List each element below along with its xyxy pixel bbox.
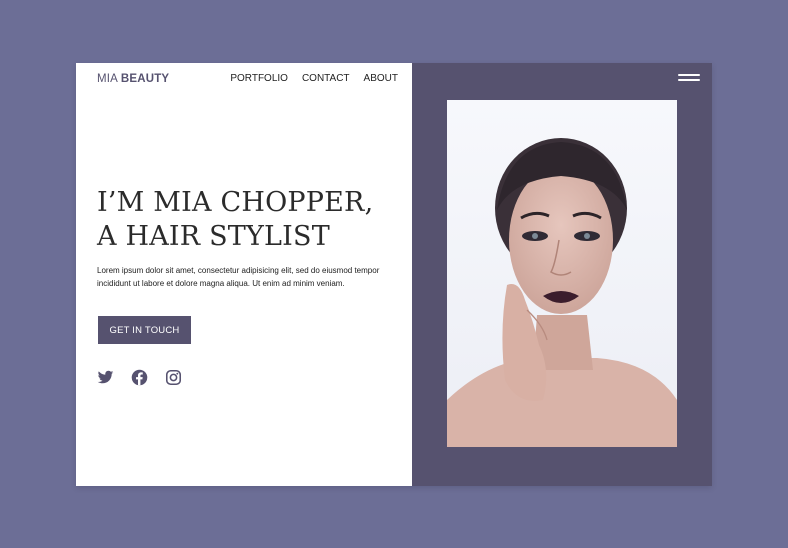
right-panel [412,63,712,486]
brand-logo[interactable]: MIA BEAUTY [97,73,169,85]
social-links [97,369,182,386]
hero-title-line-2: A HAIR STYLIST [97,221,330,252]
instagram-icon[interactable] [165,369,182,386]
portrait-illustration [447,100,677,447]
hamburger-menu-icon[interactable] [678,74,700,83]
landing-card: MIA BEAUTY PORTFOLIO CONTACT ABOUT I’M M… [76,63,712,486]
nav-contact[interactable]: CONTACT [302,73,350,84]
logo-text-bold: BEAUTY [120,73,170,85]
hero-paragraph: Lorem ipsum dolor sit amet, consectetur … [97,266,380,288]
twitter-icon[interactable] [97,369,114,386]
facebook-icon[interactable] [131,369,148,386]
nav-portfolio[interactable]: PORTFOLIO [230,73,288,84]
portrait-photo [447,100,677,447]
hero-title: I’M MIA CHOPPER, A HAIR STYLIST [97,186,373,254]
nav-about[interactable]: ABOUT [364,73,398,84]
top-nav: PORTFOLIO CONTACT ABOUT [230,73,398,84]
get-in-touch-button[interactable]: GET IN TOUCH [98,316,191,344]
left-panel: MIA BEAUTY PORTFOLIO CONTACT ABOUT I’M M… [76,63,412,486]
hero-title-line-1: I’M MIA CHOPPER, [97,187,374,218]
logo-text-light: MIA [97,73,121,85]
